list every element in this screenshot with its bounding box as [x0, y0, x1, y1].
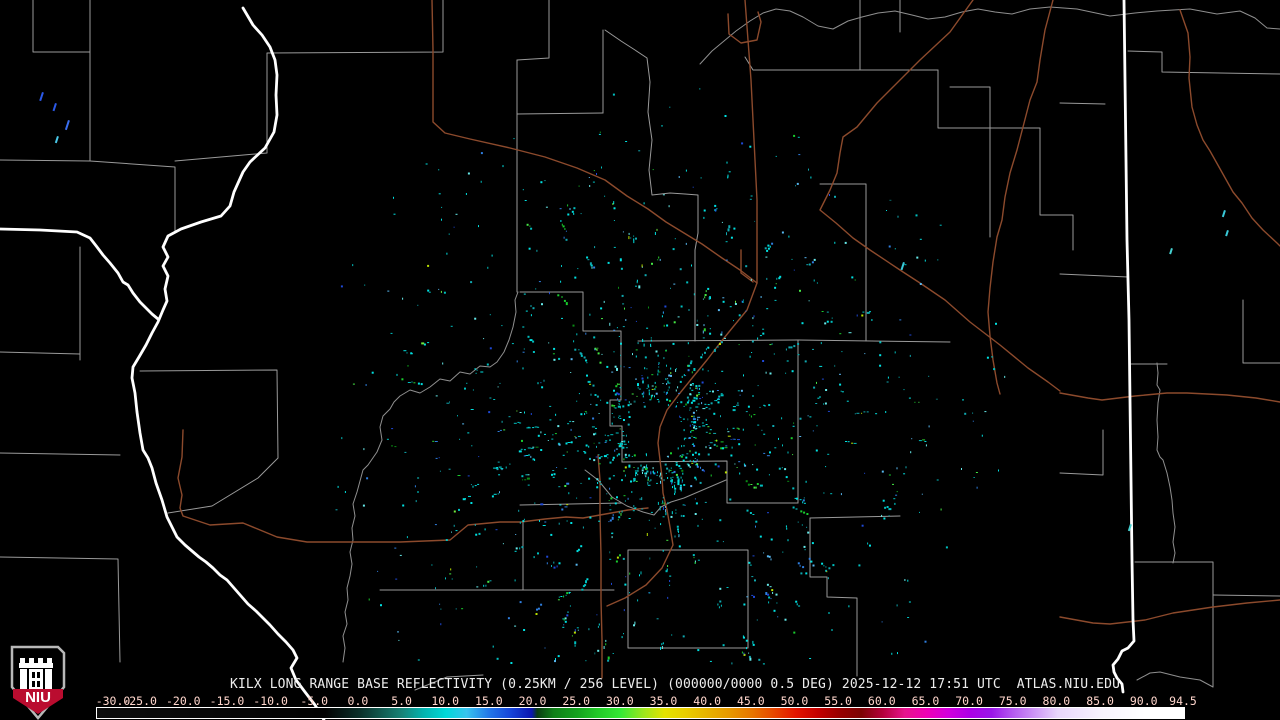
- distant-echo: [39, 92, 44, 102]
- reflectivity-echoes-layer: [39, 88, 1229, 665]
- distant-echo: [52, 103, 57, 112]
- radar-map: [0, 0, 1280, 720]
- distant-echo: [1225, 230, 1229, 237]
- niu-logo-text: NIU: [25, 689, 51, 706]
- distant-echo: [900, 262, 905, 271]
- niu-logo: NIU: [10, 645, 66, 720]
- distant-echo: [54, 136, 59, 144]
- county-borders-layer: [0, 0, 1280, 691]
- radar-product-view: KILX LONG RANGE BASE REFLECTIVITY (0.25K…: [0, 0, 1280, 720]
- distant-echo: [64, 120, 70, 131]
- product-caption: KILX LONG RANGE BASE REFLECTIVITY (0.25K…: [230, 677, 1121, 692]
- distant-echo: [1221, 210, 1226, 218]
- distant-echo: [1169, 248, 1173, 255]
- roads-layer: [177, 0, 1280, 679]
